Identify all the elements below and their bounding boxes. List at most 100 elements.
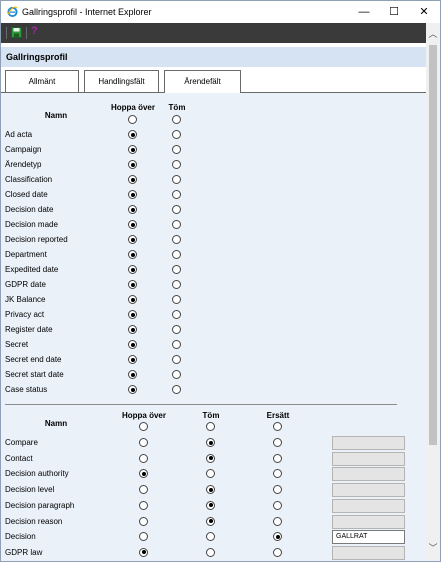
radio-skip[interactable] — [128, 355, 137, 364]
replace-value-input[interactable] — [332, 451, 405, 466]
radio-skip[interactable] — [128, 130, 137, 139]
radio-replace[interactable] — [273, 500, 282, 510]
ie-icon — [7, 6, 18, 17]
radio-empty[interactable] — [206, 438, 215, 447]
radio-replace[interactable] — [273, 453, 282, 463]
radio-empty[interactable] — [172, 265, 181, 274]
replace-value-input[interactable] — [332, 498, 405, 513]
radio-empty[interactable] — [172, 385, 181, 394]
radio-replace[interactable] — [273, 547, 282, 557]
radio-skip[interactable] — [128, 310, 137, 319]
close-button[interactable]: ✕ — [409, 1, 439, 23]
replace-value-input[interactable] — [332, 483, 405, 498]
radio-empty[interactable] — [172, 325, 181, 334]
radio-skip[interactable] — [128, 220, 137, 229]
radio-skip[interactable] — [139, 547, 148, 557]
radio-empty[interactable] — [172, 190, 181, 199]
column-header-replace: Ersätt — [266, 411, 290, 420]
header-radio-empty[interactable] — [206, 422, 215, 431]
header-radio-empty[interactable] — [172, 115, 181, 124]
radio-replace[interactable] — [273, 438, 282, 447]
radio-empty[interactable] — [206, 532, 215, 542]
replace-value-input[interactable]: GALLRAT — [332, 530, 405, 545]
radio-empty[interactable] — [206, 516, 215, 526]
field-label: Secret — [5, 340, 29, 349]
minimize-button[interactable]: — — [349, 1, 379, 23]
radio-skip[interactable] — [128, 280, 137, 289]
radio-empty[interactable] — [172, 355, 181, 364]
radio-skip[interactable] — [139, 500, 148, 510]
radio-skip[interactable] — [139, 469, 148, 479]
page-title: Gallringsprofil — [6, 52, 68, 62]
replace-value-input[interactable] — [332, 514, 405, 529]
field-label: Ärendetyp — [5, 160, 42, 169]
field-label: Decision reported — [5, 235, 68, 244]
radio-empty[interactable] — [172, 145, 181, 154]
radio-empty[interactable] — [172, 280, 181, 289]
radio-skip[interactable] — [139, 516, 148, 526]
replace-value-input[interactable] — [332, 467, 405, 482]
radio-empty[interactable] — [172, 340, 181, 349]
radio-empty[interactable] — [206, 485, 215, 495]
radio-skip[interactable] — [128, 340, 137, 349]
radio-empty[interactable] — [172, 235, 181, 244]
field-label: Register date — [5, 325, 53, 334]
radio-empty[interactable] — [206, 453, 215, 463]
replace-value-input[interactable] — [332, 436, 405, 450]
radio-skip[interactable] — [128, 295, 137, 304]
form-content: Namn Hoppa över Töm Ad acta Campaign Ärendety… — [1, 93, 426, 561]
radio-replace[interactable] — [273, 516, 282, 526]
radio-empty[interactable] — [172, 205, 181, 214]
radio-empty[interactable] — [172, 370, 181, 379]
radio-replace[interactable] — [273, 469, 282, 479]
radio-skip[interactable] — [128, 205, 137, 214]
radio-skip[interactable] — [128, 325, 137, 334]
radio-skip[interactable] — [139, 438, 148, 447]
radio-skip[interactable] — [128, 160, 137, 169]
tab-arendefalt[interactable]: Ärendefält — [164, 70, 241, 93]
column-header-skip: Hoppa över — [121, 411, 166, 420]
radio-skip[interactable] — [139, 485, 148, 495]
field-label: Secret start date — [5, 370, 64, 379]
field-label: Decision — [5, 532, 36, 542]
tab-allmant[interactable]: Allmänt — [5, 70, 79, 92]
radio-empty[interactable] — [206, 547, 215, 557]
maximize-button[interactable]: ☐ — [379, 1, 409, 23]
scroll-down-icon[interactable]: ﹀ — [426, 541, 440, 555]
scrollbar-thumb[interactable] — [429, 45, 437, 445]
radio-empty[interactable] — [172, 220, 181, 229]
radio-skip[interactable] — [128, 175, 137, 184]
field-label: Decision paragraph — [5, 500, 75, 510]
radio-skip[interactable] — [139, 453, 148, 463]
radio-skip[interactable] — [128, 370, 137, 379]
vertical-scrollbar[interactable]: ︿ ﹀ — [426, 23, 440, 561]
radio-skip[interactable] — [128, 145, 137, 154]
radio-replace[interactable] — [273, 532, 282, 542]
radio-empty[interactable] — [172, 160, 181, 169]
radio-skip[interactable] — [128, 385, 137, 394]
save-icon[interactable] — [11, 27, 22, 38]
radio-skip[interactable] — [128, 265, 137, 274]
tab-handlingsfalt[interactable]: Handlingsfält — [84, 70, 159, 92]
radio-skip[interactable] — [128, 235, 137, 244]
header-radio-skip[interactable] — [128, 115, 137, 124]
column-header-name: Namn — [44, 419, 68, 428]
radio-empty[interactable] — [206, 500, 215, 510]
header-radio-replace[interactable] — [273, 422, 282, 431]
help-icon[interactable]: ? — [31, 25, 38, 37]
section-divider — [5, 404, 397, 405]
radio-replace[interactable] — [273, 485, 282, 495]
radio-skip[interactable] — [128, 190, 137, 199]
header-radio-skip[interactable] — [139, 422, 148, 431]
radio-empty[interactable] — [172, 175, 181, 184]
field-label: GDPR law — [5, 547, 43, 557]
radio-skip[interactable] — [139, 532, 148, 542]
radio-empty[interactable] — [172, 295, 181, 304]
scroll-up-icon[interactable]: ︿ — [426, 27, 440, 41]
radio-empty[interactable] — [172, 310, 181, 319]
radio-empty[interactable] — [206, 469, 215, 479]
radio-empty[interactable] — [172, 130, 181, 139]
radio-empty[interactable] — [172, 250, 181, 259]
replace-value-input[interactable] — [332, 545, 405, 560]
radio-skip[interactable] — [128, 250, 137, 259]
